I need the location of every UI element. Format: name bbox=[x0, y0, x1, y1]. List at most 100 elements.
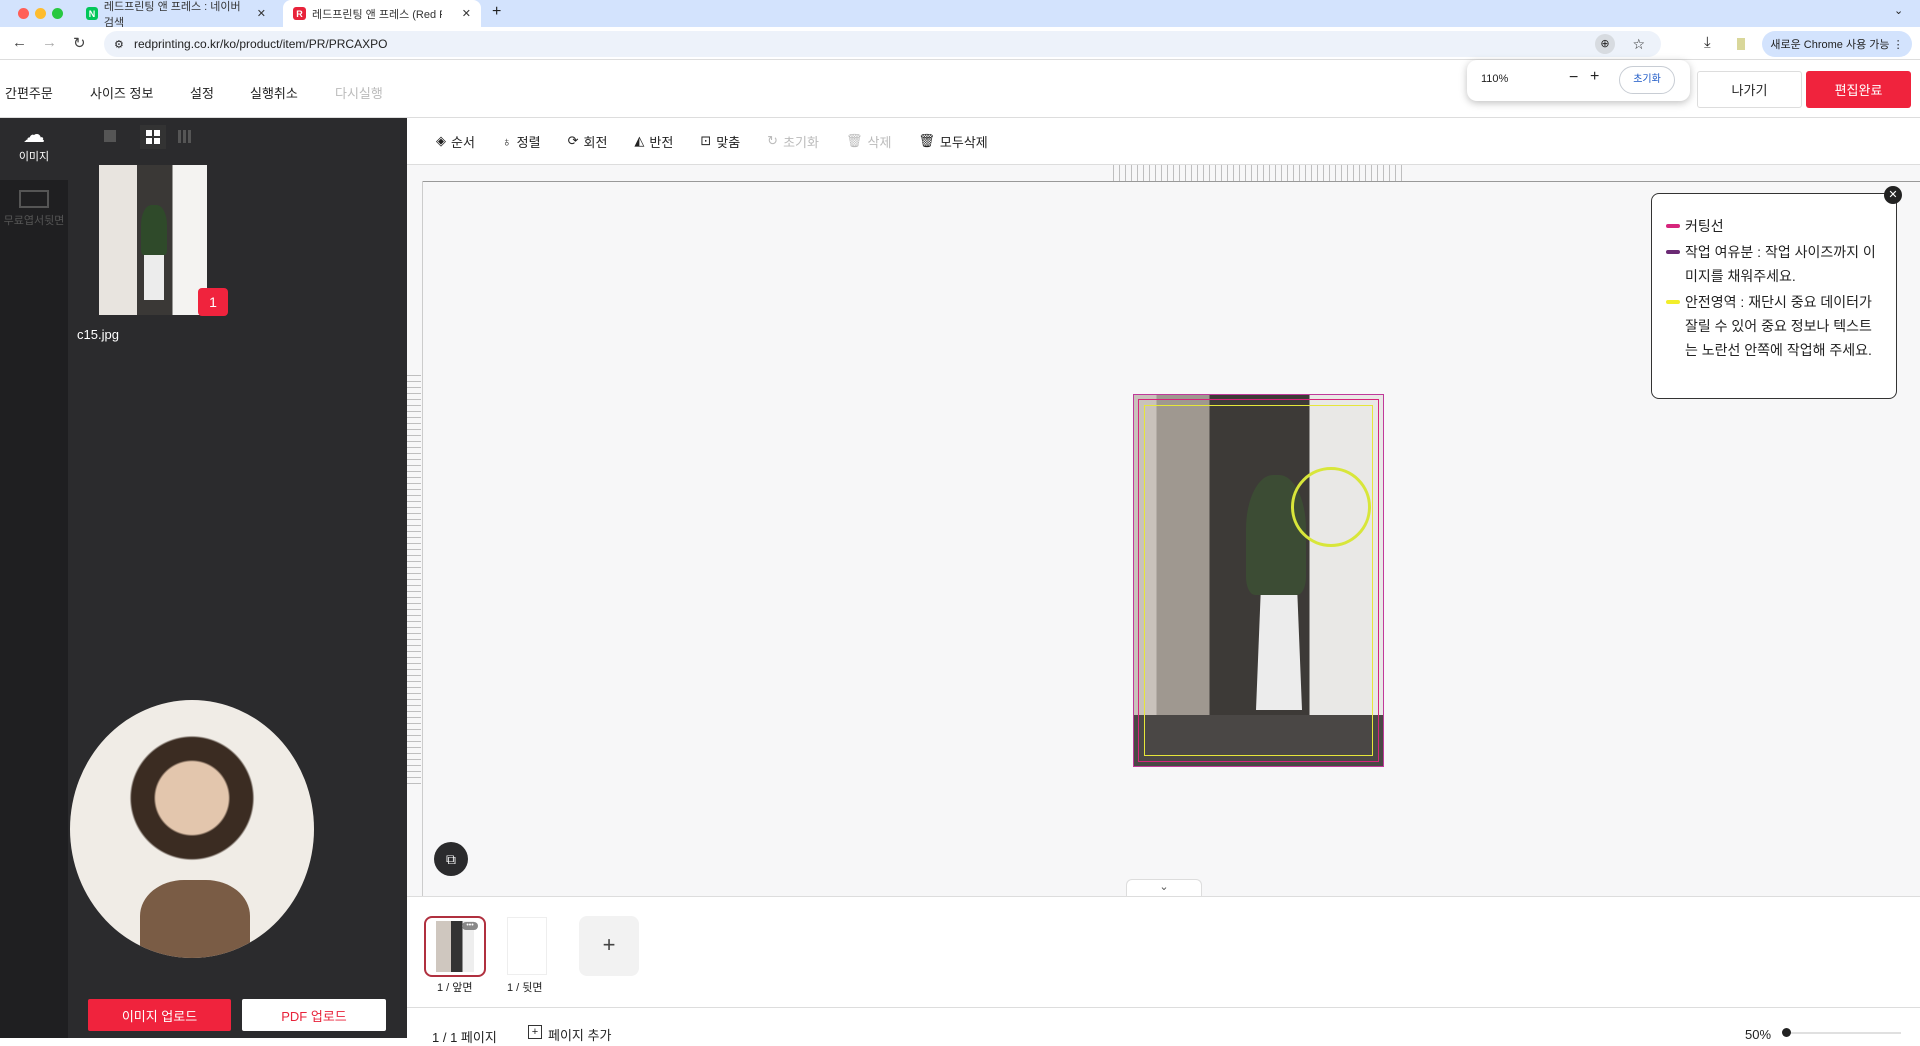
minimize-window-button[interactable] bbox=[35, 8, 46, 19]
order-button[interactable]: ◈ 순서 bbox=[436, 132, 475, 151]
finish-editing-button[interactable]: 편집완료 bbox=[1806, 71, 1911, 108]
postcard-icon bbox=[19, 190, 49, 208]
tool-label: 반전 bbox=[649, 134, 674, 150]
trash-all-icon: 🗑 bbox=[918, 133, 935, 148]
vertical-ruler bbox=[407, 375, 421, 785]
flip-button[interactable]: ◭ 반전 bbox=[634, 132, 673, 151]
page-count: 1 / 1 페이지 bbox=[432, 1030, 497, 1045]
chrome-update-button[interactable]: 새로운 Chrome 사용 가능 ⋮ bbox=[1762, 31, 1912, 57]
view-small-icon[interactable] bbox=[178, 130, 191, 143]
reset-button[interactable]: ↻ 초기화 bbox=[767, 132, 819, 151]
tool-label: 정렬 bbox=[516, 134, 541, 150]
align-button[interactable]: ♁ 정렬 bbox=[502, 132, 541, 151]
tree-shape bbox=[141, 205, 167, 255]
image-filename: c15.jpg bbox=[77, 327, 119, 342]
bookmark-star-icon[interactable]: ☆ bbox=[1632, 36, 1645, 53]
pedestal-shape bbox=[144, 255, 164, 300]
tool-label: 순서 bbox=[451, 134, 475, 150]
rotate-button[interactable]: ⟳ 회전 bbox=[568, 132, 608, 151]
trash-icon: 🗑 bbox=[845, 133, 863, 148]
zoom-reset-button[interactable]: 초기화 bbox=[1619, 66, 1675, 94]
browser-tab-active[interactable]: R 레드프린팅 앤 프레스 (Red Printi ✕ bbox=[283, 0, 481, 27]
reload-icon[interactable]: ↻ bbox=[73, 34, 86, 52]
add-page-label: 페이지 추가 bbox=[548, 1028, 612, 1043]
maximize-window-button[interactable] bbox=[52, 8, 63, 19]
zoom-value: 110% bbox=[1481, 73, 1509, 85]
rail-item-postcard[interactable]: 무료엽서뒷면 bbox=[0, 190, 68, 228]
zoom-in-button[interactable]: + bbox=[1590, 68, 1599, 86]
fit-icon: ⊡ bbox=[700, 133, 712, 148]
align-icon: ♁ bbox=[501, 133, 512, 149]
image-panel: 1 c15.jpg 이미지 업로드 PDF 업로드 bbox=[68, 118, 407, 1038]
close-window-button[interactable] bbox=[18, 8, 29, 19]
view-medium-icon[interactable] bbox=[140, 125, 166, 149]
zoom-slider-handle[interactable] bbox=[1782, 1028, 1791, 1037]
chrome-update-label: 새로운 Chrome 사용 가능 bbox=[1770, 39, 1890, 51]
zoom-slider[interactable] bbox=[1785, 1032, 1901, 1034]
extension-icon[interactable] bbox=[1737, 38, 1745, 50]
delete-button[interactable]: 🗑 삭제 bbox=[846, 132, 891, 151]
copy-layers-button[interactable]: ⧉ bbox=[434, 842, 468, 876]
tab-title: 레드프린팅 앤 프레스 (Red Printi bbox=[312, 8, 442, 21]
menu-size-info[interactable]: 사이즈 정보 bbox=[90, 83, 153, 102]
footer-bar: 1 / 1 페이지 + 페이지 추가 50% bbox=[407, 1007, 1920, 1045]
legend-text: 안전영역 : 재단시 중요 데이터가 잘릴 수 있어 중요 정보나 텍스트는 노… bbox=[1685, 294, 1872, 358]
delete-all-button[interactable]: 🗑 모두삭제 bbox=[918, 132, 987, 151]
tab-title: 레드프린팅 앤 프레스 : 네이버 검색 bbox=[103, 0, 241, 29]
add-page-button[interactable]: + 페이지 추가 bbox=[528, 1025, 611, 1044]
rail-item-image[interactable]: ☁ 이미지 bbox=[0, 118, 68, 180]
menu-quick-order[interactable]: 간편주문 bbox=[5, 83, 53, 102]
webcam-overlay bbox=[70, 700, 314, 958]
image-usage-badge: 1 bbox=[198, 288, 228, 316]
add-page-thumb-button[interactable]: + bbox=[579, 916, 639, 976]
left-rail: ☁ 이미지 무료엽서뒷면 bbox=[0, 118, 68, 1038]
exit-button[interactable]: 나가기 bbox=[1697, 71, 1802, 108]
page-label: 1 / 뒷면 bbox=[507, 982, 543, 994]
new-tab-button[interactable]: + bbox=[492, 3, 501, 21]
upload-pdf-button[interactable]: PDF 업로드 bbox=[242, 999, 386, 1031]
browser-tab[interactable]: N 레드프린팅 앤 프레스 : 네이버 검색 ✕ bbox=[76, 0, 276, 29]
upload-image-button[interactable]: 이미지 업로드 bbox=[88, 999, 231, 1031]
bleed-swatch bbox=[1666, 250, 1680, 254]
menu-settings[interactable]: 설정 bbox=[190, 83, 214, 102]
tool-label: 삭제 bbox=[867, 134, 892, 150]
forward-icon[interactable]: → bbox=[42, 34, 57, 51]
person-body-shape bbox=[140, 880, 250, 958]
url-text: redprinting.co.kr/ko/product/item/PR/PRC… bbox=[134, 37, 388, 51]
image-thumbnail[interactable] bbox=[99, 165, 207, 315]
close-legend-icon[interactable]: ✕ bbox=[1884, 186, 1902, 204]
view-large-icon[interactable] bbox=[104, 130, 116, 142]
collapse-strip-chevron-icon[interactable]: ⌄ bbox=[1126, 879, 1202, 896]
legend-text: 커팅선 bbox=[1685, 218, 1724, 234]
tool-label: 초기화 bbox=[783, 134, 819, 150]
rail-item-label: 무료엽서뒷면 bbox=[3, 215, 65, 227]
tab-search-chevron-icon[interactable]: ⌄ bbox=[1894, 4, 1903, 17]
naver-favicon-icon: N bbox=[86, 7, 98, 20]
cloud-upload-icon: ☁ bbox=[23, 122, 45, 147]
close-tab-icon[interactable]: ✕ bbox=[257, 7, 266, 20]
download-icon[interactable]: ⤓ bbox=[1704, 34, 1711, 51]
page-thumb-front[interactable]: ••• bbox=[424, 916, 486, 977]
menu-redo[interactable]: 다시실행 bbox=[335, 83, 383, 102]
flip-icon: ◭ bbox=[634, 133, 645, 148]
fit-button[interactable]: ⊡ 맞춤 bbox=[700, 132, 740, 151]
horizontal-ruler bbox=[1113, 165, 1405, 182]
more-options-icon[interactable]: ••• bbox=[462, 922, 478, 930]
tool-label: 맞춤 bbox=[716, 134, 741, 150]
zoom-out-button[interactable]: − bbox=[1569, 69, 1578, 87]
reset-icon: ↻ bbox=[767, 133, 779, 148]
safe-area-line bbox=[1144, 405, 1373, 756]
close-tab-icon[interactable]: ✕ bbox=[462, 7, 471, 20]
url-input[interactable]: ⚙ redprinting.co.kr/ko/product/item/PR/P… bbox=[104, 31, 1661, 57]
page-label: 1 / 앞면 bbox=[437, 982, 473, 994]
page-thumb-back[interactable] bbox=[507, 917, 547, 975]
edit-toolbar: ◈ 순서 ♁ 정렬 ⟳ 회전 ◭ 반전 ⊡ 맞춤 ↻ 초기화 🗑 삭제 🗑 모두삭제 bbox=[407, 118, 1920, 165]
legend-text: 작업 여유분 : 작업 사이즈까지 이미지를 채워주세요. bbox=[1685, 244, 1876, 284]
page-artboard[interactable] bbox=[1133, 394, 1384, 767]
menu-undo[interactable]: 실행취소 bbox=[250, 83, 298, 102]
back-icon[interactable]: ← bbox=[12, 34, 27, 51]
cutting-line-swatch bbox=[1666, 224, 1680, 228]
site-info-icon[interactable]: ⚙ bbox=[114, 38, 124, 51]
redprinting-favicon-icon: R bbox=[293, 7, 306, 20]
zoom-icon[interactable]: ⊕ bbox=[1595, 34, 1615, 54]
